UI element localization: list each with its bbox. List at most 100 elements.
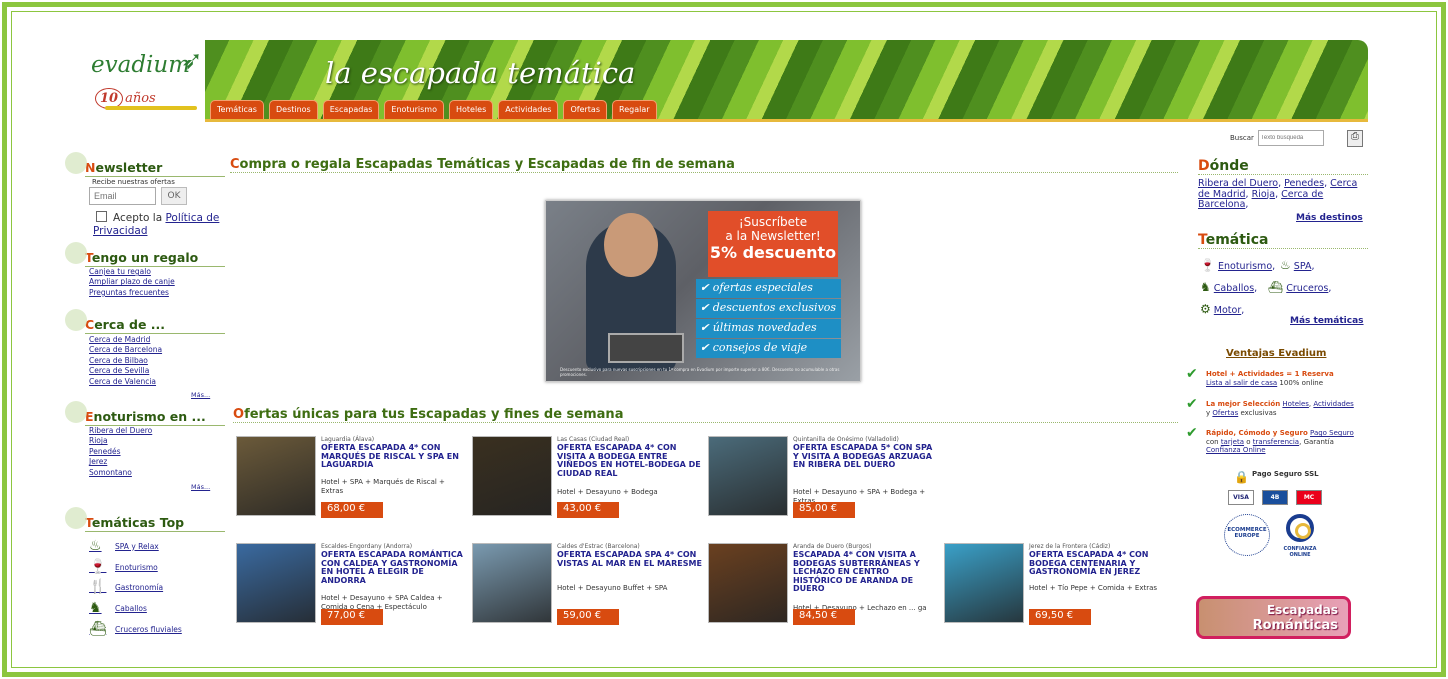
bird-icon: ➶ xyxy=(181,46,203,76)
offer-location: Caldes d'Estrac (Barcelona) xyxy=(557,543,640,550)
check-icon: ✔ xyxy=(1186,366,1198,382)
offer-image[interactable] xyxy=(944,543,1024,623)
offer-title[interactable]: Oferta Escapada 5* con SPA y visita a Bo… xyxy=(793,443,939,470)
check-icon: ✔ xyxy=(1186,425,1198,441)
tab-escapadas[interactable]: Escapadas xyxy=(322,100,380,119)
offer-description: Hotel + Desayuno Buffet + SPA xyxy=(557,584,668,592)
near-link-bilbao[interactable]: Cerca de Bilbao xyxy=(89,356,162,366)
search-label: Buscar xyxy=(1230,134,1254,142)
topic-spa[interactable]: ♨ SPA y Relax xyxy=(89,538,159,554)
gift-heading: Tengo un regalo xyxy=(65,242,225,267)
topic-enoturismo[interactable]: 🍷 Enoturismo xyxy=(89,559,158,575)
offer-image[interactable] xyxy=(708,543,788,623)
topic-gastronomia[interactable]: 🍴 Gastronomía xyxy=(89,579,163,595)
tab-ofertas[interactable]: Ofertas xyxy=(563,100,607,119)
newsletter-ok-button[interactable]: OK xyxy=(161,187,187,205)
offer-card[interactable]: Jerez de la Frontera (Cádiz) Oferta Escap… xyxy=(944,543,1174,631)
4b-icon: 4B xyxy=(1262,490,1288,505)
tab-regalar[interactable]: Regalar xyxy=(612,100,657,119)
offer-price[interactable]: 69,50 € xyxy=(1029,609,1091,625)
offer-title[interactable]: Oferta Escapada SPA 4* con vistas al mar… xyxy=(557,550,703,568)
offer-card[interactable]: Escaldes-Engordany (Andorra) Oferta Escap… xyxy=(236,543,466,631)
tab-destinos[interactable]: Destinos xyxy=(268,100,318,119)
email-field[interactable] xyxy=(89,187,156,205)
advantages-heading[interactable]: Ventajas Evadium xyxy=(1226,348,1326,359)
offer-card[interactable]: Quintanilla de Onésimo (Valladolid) Ofert… xyxy=(708,436,938,524)
romantic-escapes-banner[interactable]: Escapadas Románticas xyxy=(1196,596,1351,639)
near-link-valencia[interactable]: Cerca de Valencia xyxy=(89,377,162,387)
tab-actividades[interactable]: Actividades xyxy=(498,100,559,119)
main-nav: Temáticas Destinos Escapadas Enoturismo … xyxy=(210,100,657,119)
wine-icon: 🍷 xyxy=(1200,258,1215,272)
offer-image[interactable] xyxy=(472,436,552,516)
wine-link-rioja[interactable]: Rioja xyxy=(89,436,152,446)
wine-link-ribera[interactable]: Ribera del Duero xyxy=(89,426,152,436)
near-link-sevilla[interactable]: Cerca de Sevilla xyxy=(89,366,162,376)
confianza-online-badge[interactable]: CONFIANZA ONLINE xyxy=(1280,514,1320,558)
offer-image[interactable] xyxy=(708,436,788,516)
near-link-madrid[interactable]: Cerca de Madrid xyxy=(89,335,162,345)
tab-enoturismo[interactable]: Enoturismo xyxy=(384,100,444,119)
offer-image[interactable] xyxy=(236,543,316,623)
offer-title[interactable]: Oferta Escapada 4* con visita a bodega e… xyxy=(557,443,703,478)
wine-link-penedes[interactable]: Penedés xyxy=(89,447,152,457)
near-heading: Cerca de ... xyxy=(65,309,225,334)
donde-link-ribera[interactable]: Ribera del Duero xyxy=(1198,178,1278,189)
offer-price[interactable]: 77,00 € xyxy=(321,609,383,625)
gift-link-extend[interactable]: Ampliar plazo de canje xyxy=(89,277,175,287)
offer-price[interactable]: 68,00 € xyxy=(321,502,383,518)
offer-price[interactable]: 84,50 € xyxy=(793,609,855,625)
more-themes-link[interactable]: Más temáticas xyxy=(1290,316,1364,326)
topic-cruceros[interactable]: ⛴ Cruceros fluviales xyxy=(89,621,182,637)
promo-check-1: ✔ ofertas especiales xyxy=(696,279,841,298)
donde-link-penedes[interactable]: Penedes xyxy=(1284,178,1324,189)
evadium-logo[interactable]: evadium ➶ 10 años xyxy=(85,42,205,117)
wine-more-link[interactable]: Más... xyxy=(191,483,210,491)
ecommerce-europe-badge[interactable]: ECOMMERCE EUROPE xyxy=(1224,514,1270,556)
privacy-text: Acepto la Política de Privacidad xyxy=(93,212,220,237)
gift-link-redeem[interactable]: Canjea tu regalo xyxy=(89,267,175,277)
lock-icon: 🔒 xyxy=(1234,470,1249,484)
topic-caballos[interactable]: ♞ Caballos xyxy=(89,600,147,616)
offer-location: Aranda de Duero (Burgos) xyxy=(793,543,872,550)
offer-title[interactable]: Escapada 4* con visita a bodegas subterr… xyxy=(793,550,939,594)
offer-title[interactable]: Oferta Escapada 4* con Marqués de Riscal… xyxy=(321,443,467,470)
offer-description: Hotel + SPA + Marqués de Riscal + Extras xyxy=(321,478,445,495)
newsletter-promo-banner[interactable]: ¡Suscríbete a la Newsletter! 5% descuent… xyxy=(545,200,861,382)
right-topic-spa[interactable]: ♨ SPA, xyxy=(1280,258,1314,272)
tab-hoteles[interactable]: Hoteles xyxy=(448,100,494,119)
offer-card[interactable]: Las Casas (Ciudad Real) Oferta Escapada 4… xyxy=(472,436,702,524)
offer-price[interactable]: 59,00 € xyxy=(557,609,619,625)
near-link-barcelona[interactable]: Cerca de Barcelona xyxy=(89,345,162,355)
tematica-heading: Temática xyxy=(1198,232,1368,249)
right-topic-motor[interactable]: ⚙ Motor, xyxy=(1200,302,1244,316)
offer-title[interactable]: Oferta Escapada 4* con bodega centenaria… xyxy=(1029,550,1175,577)
right-topic-cruceros[interactable]: ⛴ Cruceros, xyxy=(1268,280,1331,294)
tab-tematicas[interactable]: Temáticas xyxy=(210,100,264,119)
offer-card[interactable]: Laguardia (Álava) Oferta Escapada 4* con … xyxy=(236,436,466,524)
topics-heading: Temáticas Top xyxy=(65,507,225,532)
offer-location: Las Casas (Ciudad Real) xyxy=(557,436,630,443)
offer-card[interactable]: Caldes d'Estrac (Barcelona) Oferta Escapa… xyxy=(472,543,702,631)
offer-image[interactable] xyxy=(236,436,316,516)
offer-location: Jerez de la Frontera (Cádiz) xyxy=(1029,543,1111,550)
near-more-link[interactable]: Más... xyxy=(191,391,210,399)
gift-link-faq[interactable]: Preguntas frecuentes xyxy=(89,288,175,298)
donde-link-rioja[interactable]: Rioja xyxy=(1252,189,1276,200)
offer-price[interactable]: 85,00 € xyxy=(793,502,855,518)
wine-link-jerez[interactable]: Jerez xyxy=(89,457,152,467)
print-icon[interactable]: ⎙ xyxy=(1347,130,1363,147)
promo-callout: ¡Suscríbete a la Newsletter! 5% descuent… xyxy=(708,211,838,277)
wine-link-somontano[interactable]: Somontano xyxy=(89,468,152,478)
search-input[interactable] xyxy=(1257,130,1324,146)
offer-price[interactable]: 43,00 € xyxy=(557,502,619,518)
offer-description: Hotel + Tío Pepe + Comida + Extras xyxy=(1029,584,1158,592)
offer-title[interactable]: Oferta Escapada romántica con Caldea y g… xyxy=(321,550,467,585)
right-topic-caballos[interactable]: ♞ Caballos, xyxy=(1200,280,1257,294)
banner-title: la escapada temática xyxy=(325,56,636,90)
offer-image[interactable] xyxy=(472,543,552,623)
right-topic-enoturismo[interactable]: 🍷 Enoturismo, xyxy=(1200,258,1275,272)
more-destinations-link[interactable]: Más destinos xyxy=(1296,213,1363,223)
search-bar: Buscar xyxy=(1230,130,1324,146)
offer-card[interactable]: Aranda de Duero (Burgos) Escapada 4* con … xyxy=(708,543,938,631)
